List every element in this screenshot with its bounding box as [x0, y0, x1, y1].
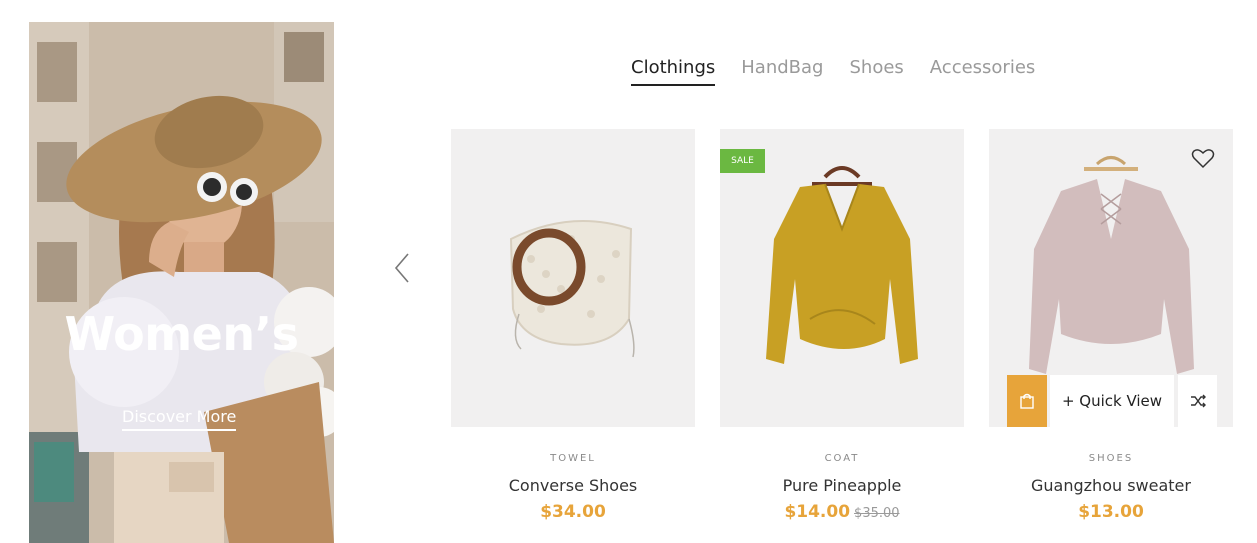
- product-name[interactable]: Guangzhou sweater: [989, 476, 1233, 495]
- current-price: $13.00: [1078, 502, 1144, 522]
- product-hover-actions: + Quick View: [1007, 375, 1217, 427]
- compare-button[interactable]: [1178, 375, 1217, 427]
- product-category: COAT: [824, 453, 860, 464]
- quick-view-button[interactable]: + Quick View: [1050, 375, 1174, 427]
- tab-handbag[interactable]: HandBag: [741, 57, 823, 86]
- sale-badge: SALE: [720, 149, 765, 173]
- old-price: $35.00: [854, 506, 900, 521]
- handbag-illustration: [509, 220, 635, 358]
- product-price: $34.00: [451, 502, 695, 522]
- tab-clothings[interactable]: Clothings: [631, 57, 716, 86]
- product-price: $14.00 $35.00: [720, 502, 964, 522]
- chevron-left-icon: [394, 253, 409, 283]
- promo-banner: Women’s Discover More: [29, 22, 334, 543]
- product-price: $13.00: [989, 502, 1233, 522]
- add-to-cart-button[interactable]: [1007, 375, 1047, 427]
- wishlist-button[interactable]: [1191, 147, 1215, 169]
- discover-more-link[interactable]: Discover More: [122, 407, 237, 431]
- product-image[interactable]: + Quick View: [989, 129, 1233, 427]
- product-image[interactable]: SALE: [720, 129, 964, 427]
- tab-accessories[interactable]: Accessories: [930, 57, 1036, 86]
- banner-title: Women’s: [64, 307, 299, 361]
- sweater-illustration: [766, 166, 918, 364]
- product-card[interactable]: + Quick View SHOES Guangzhou sweater $13…: [989, 129, 1233, 522]
- heart-icon: [1191, 149, 1215, 169]
- category-tabs: Clothings HandBag Shoes Accessories: [631, 57, 1035, 86]
- banner-photo: [29, 22, 334, 543]
- product-card[interactable]: SALE COAT Pure Pineapple $14.00 $35.00: [720, 129, 964, 522]
- carousel-prev-button[interactable]: [390, 250, 416, 286]
- product-name[interactable]: Converse Shoes: [451, 476, 695, 495]
- product-category: SHOES: [1088, 453, 1134, 464]
- current-price: $14.00: [784, 502, 851, 522]
- product-card[interactable]: TOWEL Converse Shoes $34.00: [451, 129, 695, 522]
- product-category: TOWEL: [550, 453, 596, 464]
- product-name[interactable]: Pure Pineapple: [720, 476, 964, 495]
- product-image[interactable]: [451, 129, 695, 427]
- shopping-bag-icon: [1020, 393, 1034, 409]
- tab-shoes[interactable]: Shoes: [849, 57, 903, 86]
- current-price: $34.00: [540, 502, 606, 522]
- shuffle-icon: [1190, 394, 1206, 408]
